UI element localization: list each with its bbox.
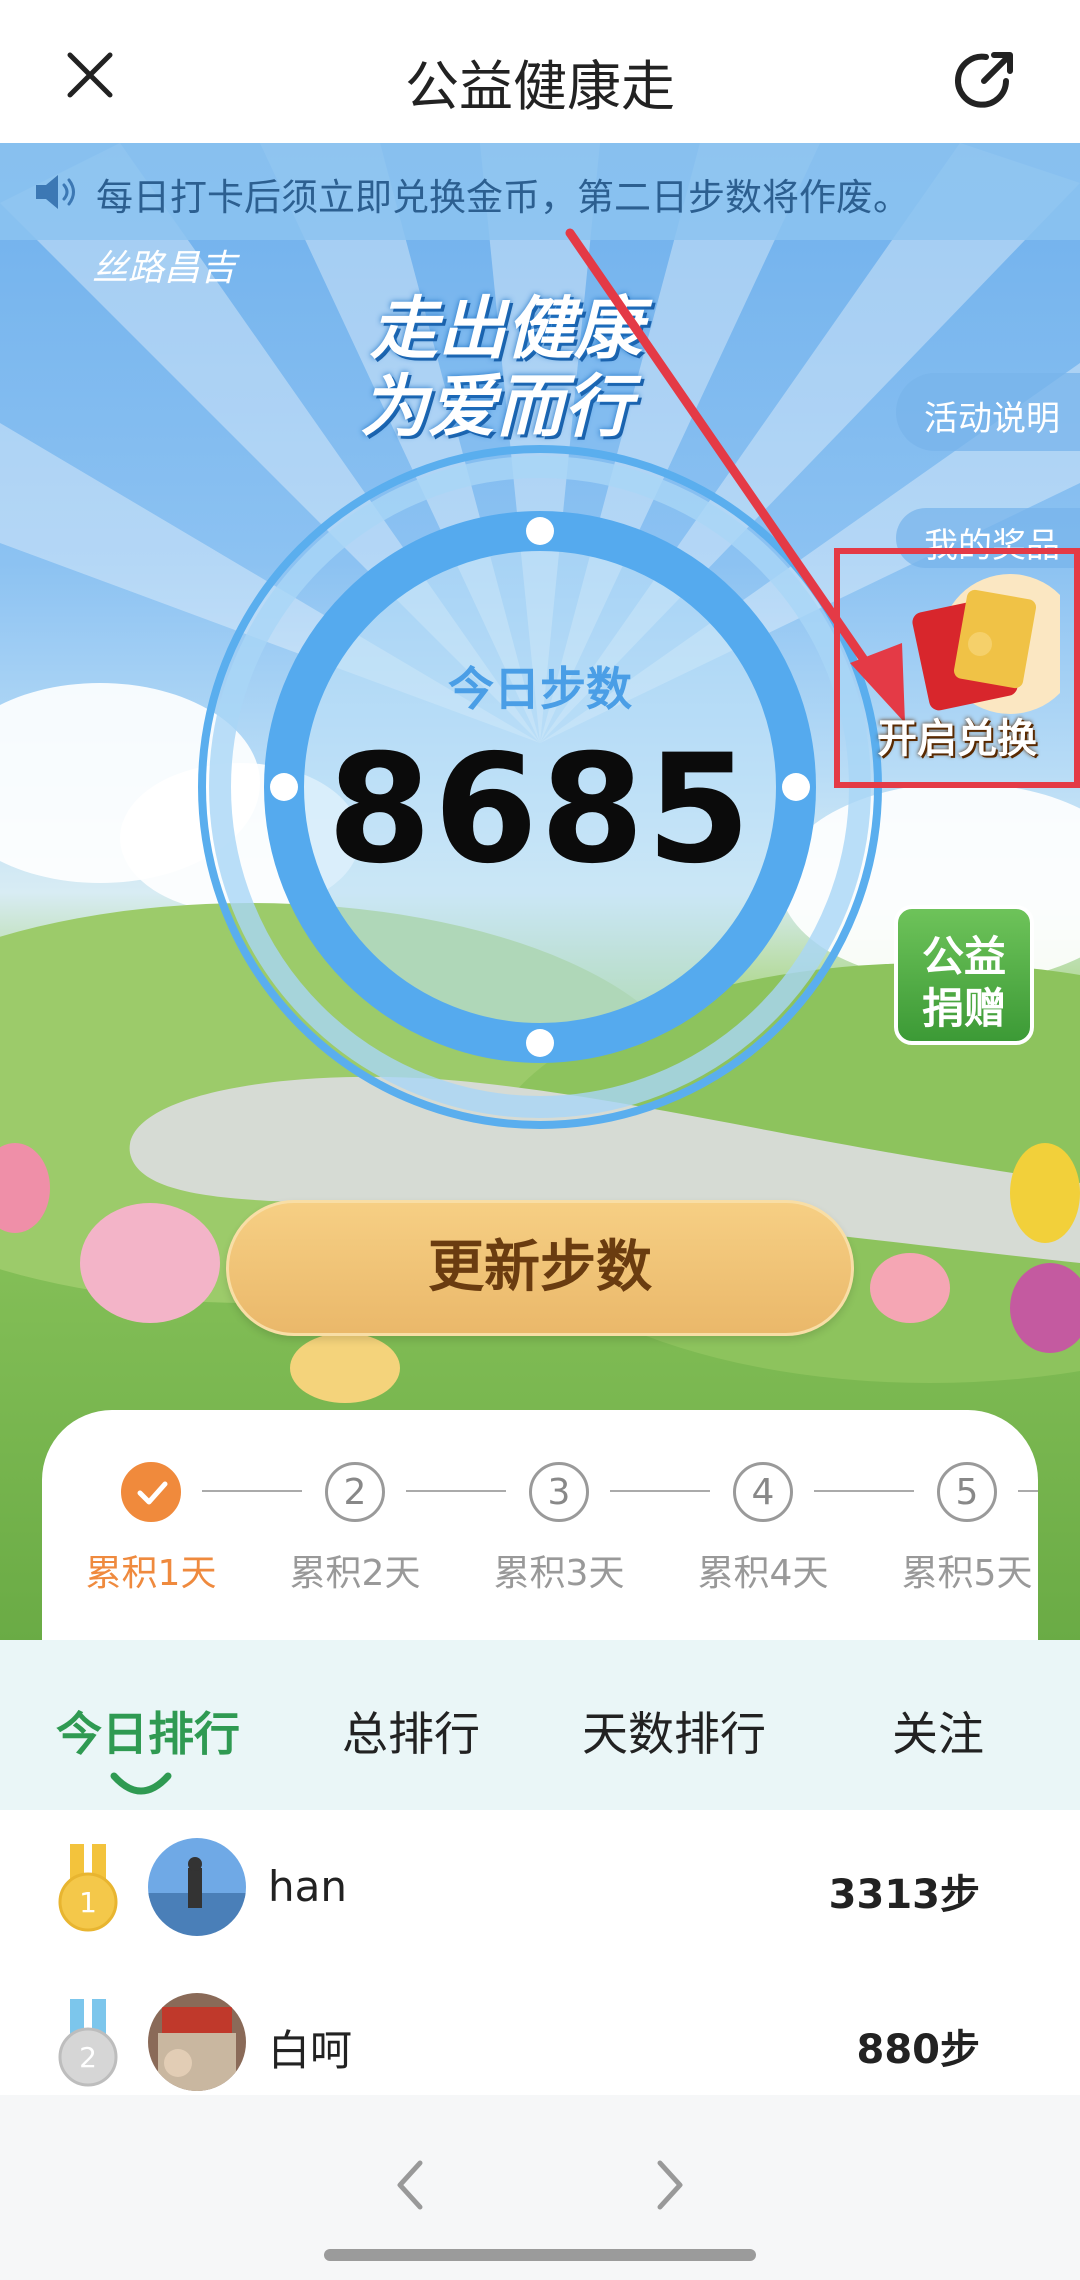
svg-text:2: 2 — [79, 2041, 97, 2074]
streak-day-label: 累积5天 — [901, 1553, 1033, 1594]
ranking-tabs: 今日排行 总排行 天数排行 关注 — [0, 1640, 1080, 1810]
flower — [1010, 1263, 1080, 1353]
ranking-row[interactable]: 1 han 3313步 — [0, 1810, 1080, 1960]
streak-day-label: 累积3天 — [493, 1553, 625, 1594]
avatar[interactable] — [148, 1838, 246, 1936]
tab-today-ranking[interactable]: 今日排行 — [56, 1698, 240, 1764]
user-name: 白呵 — [268, 2026, 353, 2075]
home-indicator[interactable] — [324, 2249, 756, 2261]
flower — [870, 1253, 950, 1323]
connector — [610, 1490, 710, 1492]
redeem-label: 开启兑换 — [877, 716, 1037, 762]
connector — [406, 1490, 506, 1492]
user-steps: 880步 — [856, 2027, 981, 2073]
streak-day-number: 3 — [529, 1462, 589, 1522]
check-icon — [121, 1462, 181, 1522]
donate-button[interactable]: 公益 捐赠 — [894, 905, 1034, 1045]
back-arrow-icon[interactable] — [390, 2157, 430, 2213]
streak-day-label: 累积1天 — [85, 1553, 217, 1594]
flower — [1010, 1143, 1080, 1243]
user-steps: 3313步 — [828, 1872, 980, 1918]
hero-banner: 每日打卡后须立即兑换金币，第二日步数将作废。 丝路昌吉 走出健康 为爱而行 活动… — [0, 143, 1080, 1643]
ranking-list: 1 han 3313步 2 白呵 880步 — [0, 1810, 1080, 2095]
active-tab-indicator — [110, 1772, 172, 1795]
redeem-button[interactable]: 开启兑换 — [834, 548, 1080, 788]
silver-medal-icon: 2 — [58, 1999, 118, 2087]
tab-follow[interactable]: 关注 — [892, 1698, 984, 1764]
forward-arrow-icon[interactable] — [650, 2157, 690, 2213]
streak-card: 累积1天 2 累积2天 3 累积3天 4 累积4天 5 累积5天 — [42, 1410, 1038, 1640]
top-bar: 公益健康走 — [0, 0, 1080, 143]
avatar[interactable] — [148, 1993, 246, 2091]
flower — [290, 1333, 400, 1403]
connector — [1018, 1490, 1038, 1492]
speaker-icon — [36, 175, 75, 209]
tab-days-ranking[interactable]: 天数排行 — [582, 1698, 766, 1764]
streak-day-number: 2 — [325, 1462, 385, 1522]
svg-text:1: 1 — [79, 1886, 97, 1919]
streak-day-label: 累积4天 — [697, 1553, 829, 1594]
connector — [814, 1490, 914, 1492]
notice-text: 每日打卡后须立即兑换金币，第二日步数将作废。 — [96, 176, 910, 219]
ranking-row[interactable]: 2 白呵 880步 — [0, 1965, 1080, 2115]
page-title: 公益健康走 — [405, 55, 675, 118]
gold-medal-icon: 1 — [58, 1844, 118, 1932]
tab-total-ranking[interactable]: 总排行 — [342, 1698, 480, 1764]
share-icon[interactable] — [950, 45, 1020, 115]
brand-logo: 丝路昌吉 — [92, 248, 237, 289]
update-steps-button[interactable]: 更新步数 — [226, 1200, 854, 1336]
connector — [202, 1490, 302, 1492]
user-name: han — [268, 1862, 347, 1911]
red-envelope-icon — [912, 574, 1060, 714]
browser-bottom-bar — [0, 2095, 1080, 2280]
streak-day-number: 5 — [937, 1462, 997, 1522]
streak-day-number: 4 — [733, 1462, 793, 1522]
streak-day-label: 累积2天 — [289, 1553, 421, 1594]
donate-line-2: 捐赠 — [921, 984, 1006, 1033]
flower — [80, 1203, 220, 1323]
